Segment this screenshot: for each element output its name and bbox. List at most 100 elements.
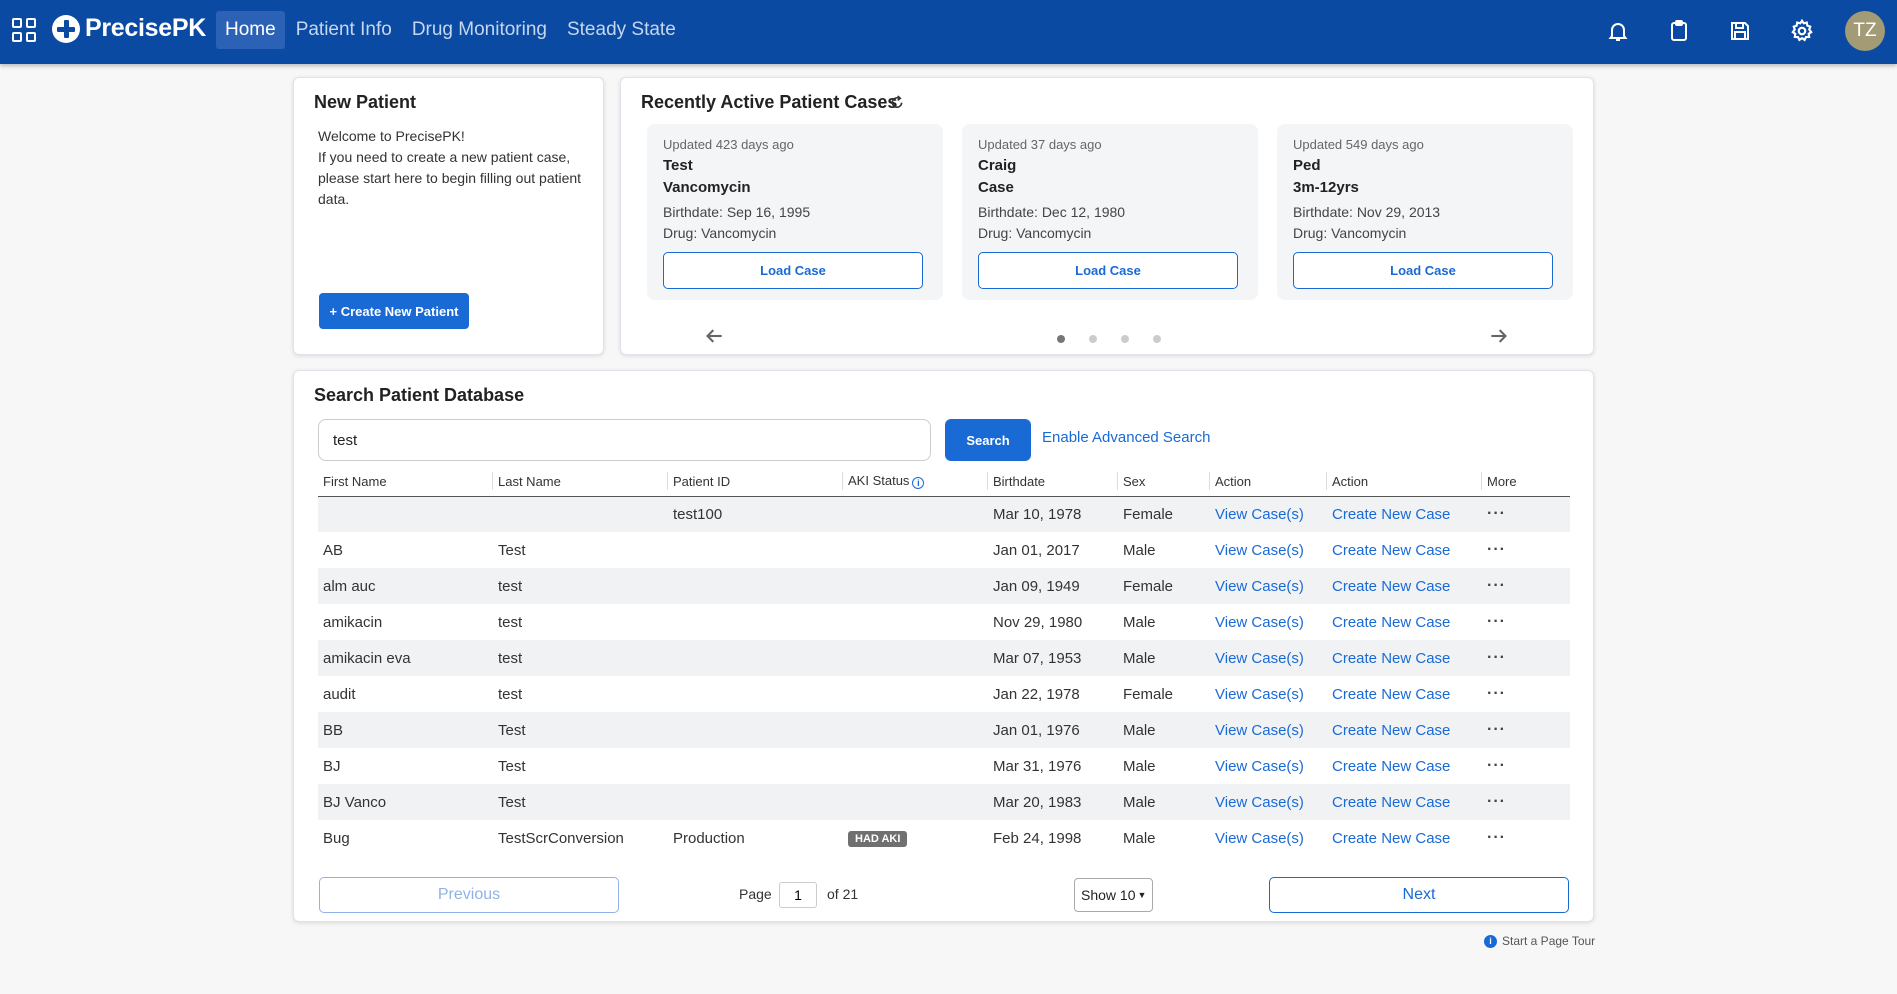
- more-options-icon[interactable]: ···: [1487, 613, 1506, 630]
- create-new-case-link[interactable]: Create New Case: [1332, 794, 1450, 811]
- more-options-icon[interactable]: ···: [1487, 577, 1506, 594]
- bell-icon[interactable]: [1603, 16, 1633, 46]
- start-page-tour-link[interactable]: i Start a Page Tour: [1484, 934, 1595, 948]
- view-cases-link[interactable]: View Case(s): [1215, 650, 1304, 667]
- tab-steady-state[interactable]: Steady State: [558, 11, 685, 49]
- tab-drug-monitoring[interactable]: Drug Monitoring: [403, 11, 556, 49]
- load-case-button[interactable]: Load Case: [663, 252, 923, 289]
- column-header[interactable]: First Name: [318, 467, 493, 497]
- case-patient-name: Test Vancomycin: [663, 155, 751, 199]
- info-icon[interactable]: i: [912, 477, 925, 490]
- carousel-next-arrow-icon[interactable]: [1488, 326, 1508, 351]
- brand[interactable]: PrecisePK: [52, 14, 206, 43]
- tab-patient-info[interactable]: Patient Info: [287, 11, 401, 49]
- patient-id-cell: [668, 532, 843, 568]
- search-input[interactable]: [318, 419, 931, 461]
- medical-cross-logo-icon: [52, 14, 80, 43]
- create-new-case-link[interactable]: Create New Case: [1332, 542, 1450, 559]
- case-first-name: Ped: [1293, 157, 1321, 174]
- sex-cell: Male: [1123, 541, 1156, 559]
- view-cases-link[interactable]: View Case(s): [1215, 686, 1304, 703]
- create-case-cell: Create New Case: [1327, 820, 1482, 856]
- create-new-case-link[interactable]: Create New Case: [1332, 686, 1450, 703]
- more-options-icon[interactable]: ···: [1487, 757, 1506, 774]
- create-new-case-link[interactable]: Create New Case: [1332, 722, 1450, 739]
- aki-status-badge: HAD AKI: [848, 831, 908, 847]
- column-header[interactable]: Sex: [1118, 467, 1210, 497]
- create-new-case-link[interactable]: Create New Case: [1332, 578, 1450, 595]
- view-cases-link[interactable]: View Case(s): [1215, 578, 1304, 595]
- birthdate-cell: Feb 24, 1998: [993, 829, 1082, 847]
- next-page-button[interactable]: Next: [1269, 877, 1569, 913]
- more-options-icon[interactable]: ···: [1487, 829, 1506, 846]
- create-case-cell: Create New Case: [1327, 640, 1482, 676]
- carousel-dot[interactable]: [1089, 335, 1097, 343]
- view-cases-link[interactable]: View Case(s): [1215, 614, 1304, 631]
- case-last-name: Case: [978, 179, 1014, 196]
- birthdate-cell: Mar 10, 1978: [988, 496, 1118, 532]
- rows-per-page-select[interactable]: Show 10 ▼: [1074, 878, 1154, 912]
- view-cases-link[interactable]: View Case(s): [1215, 758, 1304, 775]
- column-header[interactable]: Birthdate: [988, 467, 1118, 497]
- nav-tabs: Home Patient Info Drug Monitoring Steady…: [216, 11, 687, 49]
- create-new-case-link[interactable]: Create New Case: [1332, 830, 1450, 847]
- carousel-dot[interactable]: [1153, 335, 1161, 343]
- birthdate-cell: Jan 01, 1976: [988, 712, 1118, 748]
- create-new-case-link[interactable]: Create New Case: [1332, 758, 1450, 775]
- view-cases-link[interactable]: View Case(s): [1215, 542, 1304, 559]
- create-new-case-link[interactable]: Create New Case: [1332, 614, 1450, 631]
- column-header: Action: [1327, 467, 1482, 497]
- view-cases-link[interactable]: View Case(s): [1215, 722, 1304, 739]
- previous-page-button[interactable]: Previous: [319, 877, 619, 913]
- new-patient-title: New Patient: [314, 92, 417, 112]
- more-options-icon[interactable]: ···: [1487, 541, 1506, 558]
- gear-icon[interactable]: [1787, 16, 1817, 46]
- search-button[interactable]: Search: [945, 419, 1031, 461]
- more-options-icon[interactable]: ···: [1487, 685, 1506, 702]
- more-options-icon[interactable]: ···: [1487, 649, 1506, 666]
- refresh-icon[interactable]: [889, 94, 905, 115]
- table-row: Bug TestScrConversion Production HAD AKI Feb…: [318, 820, 1570, 856]
- first-name-cell: BJ Vanco: [318, 784, 493, 820]
- last-name-cell: test: [498, 685, 523, 703]
- apps-grid-icon[interactable]: [12, 18, 36, 42]
- table-row: BJ Test Mar 31, 1976 Male View Case(s) Create…: [318, 748, 1570, 784]
- load-case-button[interactable]: Load Case: [978, 252, 1238, 289]
- last-name-cell: [493, 496, 668, 532]
- first-name-cell: Bug: [323, 829, 350, 847]
- patient-id-cell: [668, 640, 843, 676]
- carousel-prev-arrow-icon[interactable]: [705, 326, 725, 351]
- clipboard-icon[interactable]: [1664, 16, 1694, 46]
- column-header[interactable]: AKI Status i: [843, 467, 988, 497]
- page-number-input[interactable]: [779, 882, 817, 908]
- more-options-icon[interactable]: ···: [1487, 793, 1506, 810]
- view-cases-link[interactable]: View Case(s): [1215, 506, 1304, 523]
- column-header[interactable]: Patient ID: [668, 467, 843, 497]
- tab-home[interactable]: Home: [216, 11, 285, 49]
- carousel-dot[interactable]: [1057, 335, 1065, 343]
- column-header[interactable]: Last Name: [493, 467, 668, 497]
- view-cases-link[interactable]: View Case(s): [1215, 830, 1304, 847]
- create-new-case-link[interactable]: Create New Case: [1332, 506, 1450, 523]
- case-updated: Updated 423 days ago: [663, 137, 794, 152]
- more-options-icon[interactable]: ···: [1487, 721, 1506, 738]
- view-cases-link[interactable]: View Case(s): [1215, 794, 1304, 811]
- more-cell: ···: [1482, 784, 1570, 820]
- create-case-cell: Create New Case: [1327, 748, 1482, 784]
- birthdate-cell: Jan 09, 1949: [988, 568, 1118, 604]
- create-new-patient-button[interactable]: + Create New Patient: [319, 293, 469, 329]
- aki-status-cell: [843, 676, 988, 712]
- sex-cell: Female: [1123, 685, 1174, 703]
- create-new-case-link[interactable]: Create New Case: [1332, 650, 1450, 667]
- carousel-dot[interactable]: [1121, 335, 1129, 343]
- enable-advanced-search-link[interactable]: Enable Advanced Search: [1042, 429, 1210, 446]
- first-name-cell: amikacin eva: [318, 640, 493, 676]
- avatar[interactable]: TZ: [1845, 11, 1885, 51]
- case-patient-name: Ped 3m-12yrs: [1293, 155, 1359, 199]
- case-birthdate: Birthdate: Nov 29, 2013: [1293, 204, 1441, 220]
- more-options-icon[interactable]: ···: [1487, 505, 1506, 522]
- case-birthdate: Birthdate: Dec 12, 1980: [978, 204, 1126, 220]
- load-case-button[interactable]: Load Case: [1293, 252, 1553, 289]
- save-icon[interactable]: [1725, 16, 1755, 46]
- table-row: audit test Jan 22, 1978 Female View Case(s) C…: [318, 676, 1570, 712]
